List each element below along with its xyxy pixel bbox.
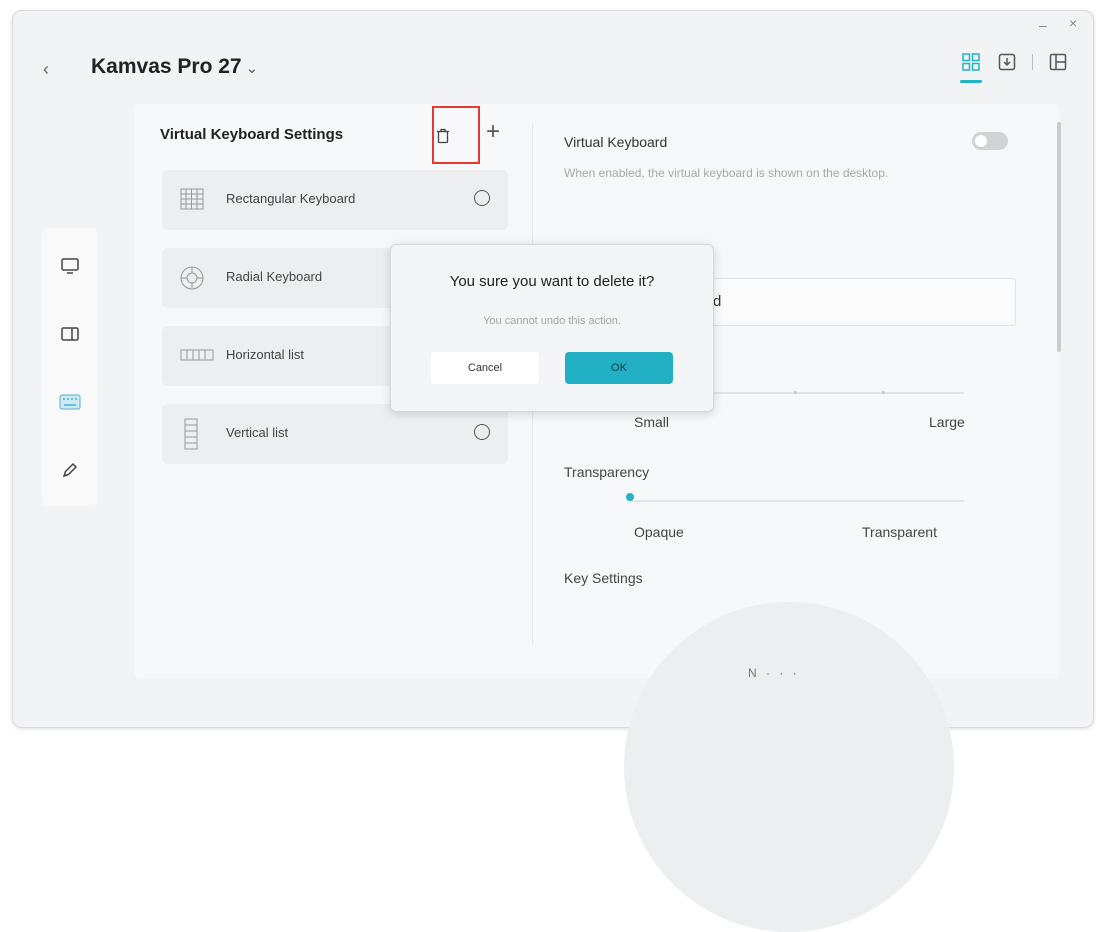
keyboard-preview [624,602,954,932]
left-nav [42,228,98,506]
grid-view-icon[interactable] [960,51,982,83]
tablet-icon[interactable] [58,322,82,346]
transparency-title: Transparency [564,464,650,480]
slider-tick [882,391,885,394]
download-icon[interactable] [996,51,1018,73]
dialog-title: You sure you want to delete it? [449,273,655,290]
key-settings-title: Key Settings [564,570,643,586]
monitor-icon[interactable] [58,254,82,278]
keyboard-settings-title: Virtual Keyboard Settings [160,126,344,143]
pen-icon[interactable] [58,458,82,482]
radial-keyboard-icon [180,266,204,295]
add-button[interactable]: + [486,120,500,144]
view-toolbar [960,51,1069,83]
keyboard-item-label: Horizontal list [226,347,305,362]
size-max-label: Large [929,414,965,430]
grid-keyboard-icon [180,188,204,215]
scrollbar[interactable] [1057,122,1061,352]
vertical-list-icon [184,418,198,455]
title-bar: ‹ Kamvas Pro 27 ⌄ – × [13,11,1093,111]
radio-button[interactable] [474,190,490,206]
radio-button[interactable] [474,424,490,440]
back-button[interactable]: ‹ [43,59,49,80]
highlight-box [432,106,480,164]
size-min-label: Small [634,414,670,430]
close-button[interactable]: × [1069,15,1077,31]
pages-icon[interactable] [1047,51,1069,73]
keyboard-name-value: d [713,293,722,310]
ok-button[interactable]: OK [565,352,673,384]
dialog-subtitle: You cannot undo this action. [483,315,621,327]
delete-confirm-dialog: You sure you want to delete it? You cann… [390,244,714,412]
device-name: Kamvas Pro 27 [91,55,242,78]
transparency-slider[interactable] [630,500,964,502]
cancel-button[interactable]: Cancel [431,352,539,384]
virtual-keyboard-description: When enabled, the virtual keyboard is sh… [564,166,889,180]
toggle-knob [975,135,987,147]
minimize-button[interactable]: – [1039,17,1047,33]
horizontal-list-icon [180,348,214,366]
preview-text: N · · · [748,666,800,680]
transparency-max-label: Transparent [862,524,937,540]
virtual-keyboard-title: Virtual Keyboard [564,134,668,150]
transparency-min-label: Opaque [634,524,684,540]
slider-tick [794,391,797,394]
transparency-slider-handle[interactable] [626,493,634,501]
chevron-down-icon: ⌄ [245,60,259,77]
keyboard-icon[interactable] [58,390,82,414]
device-selector[interactable]: Kamvas Pro 27 ⌄ [91,55,258,79]
toolbar-divider [1032,54,1033,70]
virtual-keyboard-toggle[interactable] [972,132,1008,150]
keyboard-item-label: Radial Keyboard [226,269,323,284]
keyboard-item-rectangular[interactable]: Rectangular Keyboard [162,170,508,230]
keyboard-item-label: Rectangular Keyboard [226,191,356,206]
keyboard-item-label: Vertical list [226,425,289,440]
keyboard-item-vertical[interactable]: Vertical list [162,404,508,464]
